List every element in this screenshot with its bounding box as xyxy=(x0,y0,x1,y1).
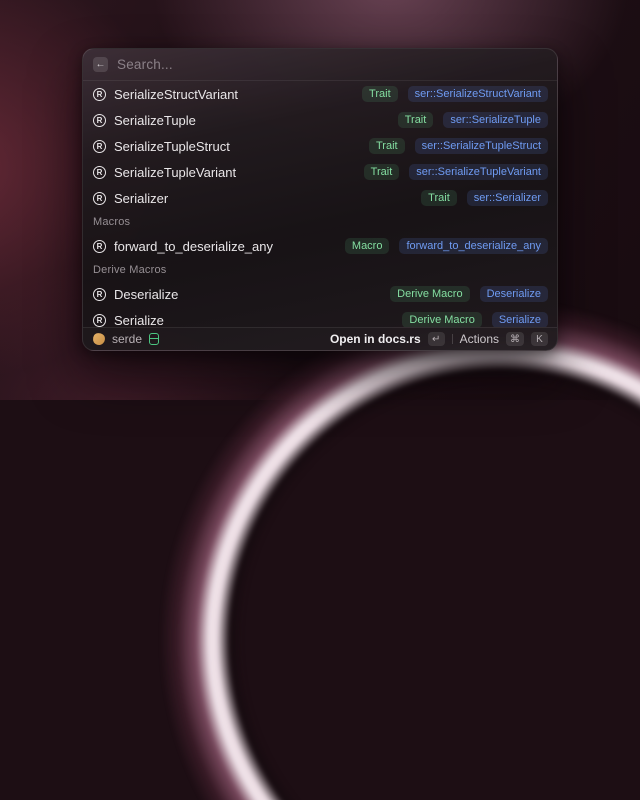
result-label: SerializeTupleVariant xyxy=(114,165,236,180)
rust-logo-icon: R xyxy=(93,140,106,153)
rust-logo-icon: R xyxy=(93,192,106,205)
result-badges: Macro forward_to_deserialize_any xyxy=(345,238,548,254)
result-label: SerializeTuple xyxy=(114,113,196,128)
actions-menu-button[interactable]: Actions ⌘ K xyxy=(460,332,548,346)
search-input[interactable]: Search... xyxy=(117,57,173,72)
search-bar: ← Search... xyxy=(83,49,557,81)
results-list: R SerializeStructVariant Trait ser::Seri… xyxy=(83,81,557,327)
section-header: Derive Macros xyxy=(83,259,557,281)
primary-action-label: Open in docs.rs xyxy=(330,332,421,346)
path-badge: Serialize xyxy=(492,312,548,327)
type-badge: Trait xyxy=(364,164,400,180)
return-key-hint: ↵ xyxy=(428,332,445,346)
result-badges: Trait ser::SerializeTupleStruct xyxy=(369,138,548,154)
status-bar: serde Open in docs.rs ↵ Actions ⌘ K xyxy=(83,327,557,350)
result-label: SerializeTupleStruct xyxy=(114,139,230,154)
result-row[interactable]: R SerializeTupleVariant Trait ser::Seria… xyxy=(83,159,557,185)
result-badges: Trait ser::SerializeTuple xyxy=(398,112,548,128)
back-button[interactable]: ← xyxy=(93,57,108,72)
path-badge: Deserialize xyxy=(480,286,548,302)
result-row[interactable]: R Serializer Trait ser::Serializer xyxy=(83,185,557,211)
result-label: SerializeStructVariant xyxy=(114,87,238,102)
rust-logo-icon: R xyxy=(93,288,106,301)
rust-logo-icon: R xyxy=(93,114,106,127)
result-badges: Trait ser::SerializeStructVariant xyxy=(362,86,548,102)
result-badges: Derive Macro Serialize xyxy=(402,312,548,327)
statusbar-divider xyxy=(452,334,453,344)
result-badges: Derive Macro Deserialize xyxy=(390,286,548,302)
result-row[interactable]: R SerializeTuple Trait ser::SerializeTup… xyxy=(83,107,557,133)
type-badge: Trait xyxy=(421,190,457,206)
rust-logo-icon: R xyxy=(93,314,106,327)
eclipse-ring-glow xyxy=(160,300,640,800)
actions-label: Actions xyxy=(460,332,499,346)
rust-extension-icon xyxy=(92,332,106,346)
open-in-docsrs-action[interactable]: Open in docs.rs ↵ xyxy=(330,332,445,346)
path-badge: ser::SerializeStructVariant xyxy=(408,86,548,102)
result-row[interactable]: R SerializeStructVariant Trait ser::Seri… xyxy=(83,81,557,107)
rust-logo-icon: R xyxy=(93,166,106,179)
result-row[interactable]: R Serialize Derive Macro Serialize xyxy=(83,307,557,327)
path-badge: ser::SerializeTupleVariant xyxy=(409,164,548,180)
path-badge: ser::SerializeTupleStruct xyxy=(415,138,548,154)
result-badges: Trait ser::Serializer xyxy=(421,190,548,206)
result-label: Deserialize xyxy=(114,287,178,302)
result-badges: Trait ser::SerializeTupleVariant xyxy=(364,164,548,180)
type-badge: Derive Macro xyxy=(390,286,469,302)
type-badge: Trait xyxy=(398,112,434,128)
result-label: forward_to_deserialize_any xyxy=(114,239,273,254)
path-badge: forward_to_deserialize_any xyxy=(399,238,548,254)
type-badge: Macro xyxy=(345,238,390,254)
type-badge: Trait xyxy=(362,86,398,102)
rust-logo-icon: R xyxy=(93,240,106,253)
archive-box-icon xyxy=(149,333,159,345)
type-badge: Trait xyxy=(369,138,405,154)
type-badge: Derive Macro xyxy=(402,312,481,327)
result-row[interactable]: R Deserialize Derive Macro Deserialize xyxy=(83,281,557,307)
result-row[interactable]: R SerializeTupleStruct Trait ser::Serial… xyxy=(83,133,557,159)
result-row[interactable]: R forward_to_deserialize_any Macro forwa… xyxy=(83,233,557,259)
rust-logo-icon: R xyxy=(93,88,106,101)
section-header: Macros xyxy=(83,211,557,233)
path-badge: ser::Serializer xyxy=(467,190,548,206)
path-badge: ser::SerializeTuple xyxy=(443,112,548,128)
result-label: Serializer xyxy=(114,191,168,206)
crate-name: serde xyxy=(112,332,142,346)
k-key-hint: K xyxy=(531,332,548,346)
search-palette: ← Search... R SerializeStructVariant Tra… xyxy=(82,48,558,351)
command-key-hint: ⌘ xyxy=(506,332,524,346)
result-label: Serialize xyxy=(114,313,164,328)
